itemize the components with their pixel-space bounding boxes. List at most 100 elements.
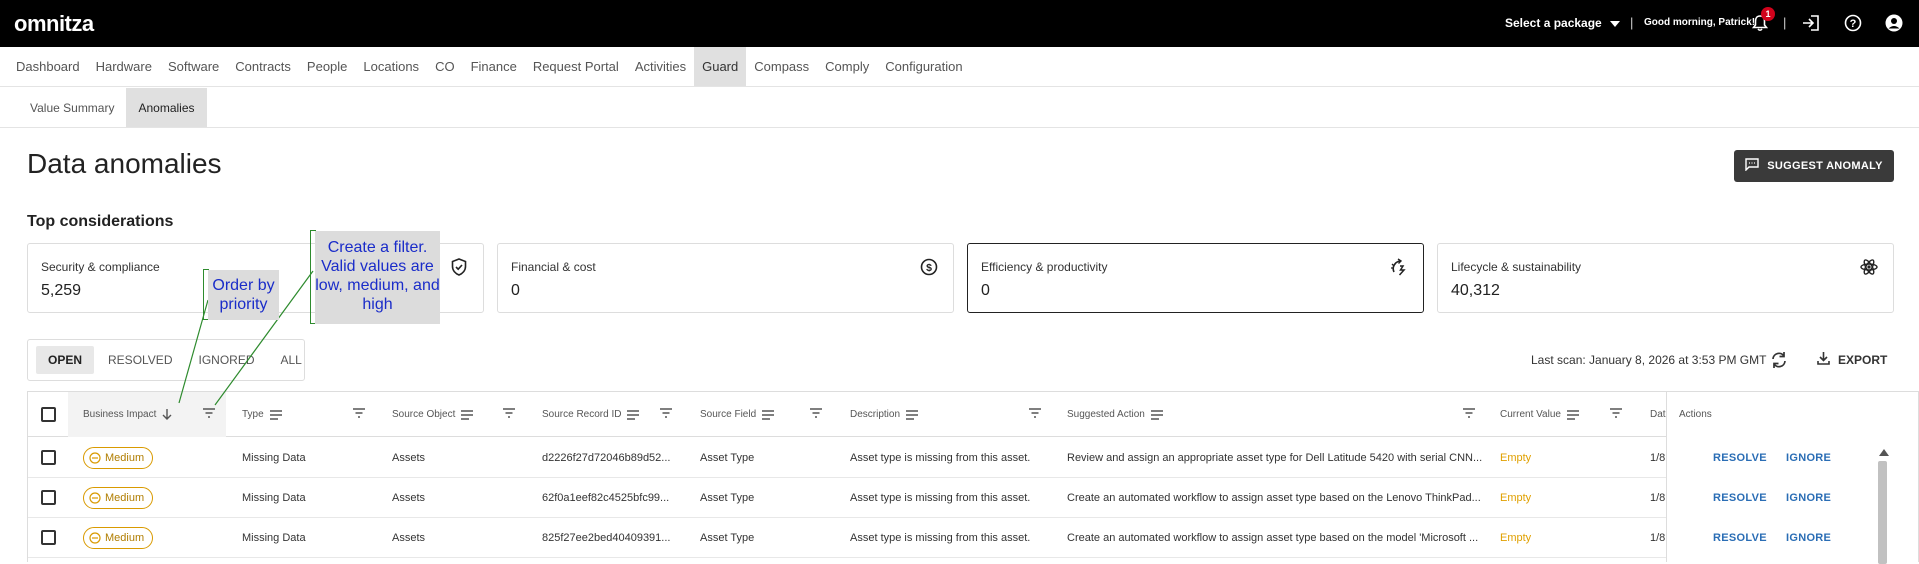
tab-anomalies[interactable]: Anomalies (126, 88, 207, 127)
col-description[interactable]: Description (850, 392, 919, 437)
tab-open[interactable]: OPEN (36, 346, 95, 374)
logout-icon[interactable] (1801, 13, 1821, 33)
svg-text:?: ? (1850, 18, 1857, 30)
card-efficiency-productivity[interactable]: Efficiency & productivity 0 (967, 243, 1424, 313)
cell-source-object: Assets (392, 452, 426, 464)
nav-locations[interactable]: Locations (355, 47, 427, 86)
cell-source-field: Asset Type (700, 532, 755, 544)
minus-circle-icon (89, 492, 101, 504)
app-logo[interactable]: omnitza (14, 11, 94, 37)
menu-icon[interactable] (1566, 409, 1579, 420)
table-row[interactable]: Medium Missing Data Assets d2226f27d7204… (28, 438, 1918, 478)
col-business-impact[interactable]: Business Impact (83, 392, 172, 437)
cell-source-object: Assets (392, 492, 426, 504)
export-button[interactable]: EXPORT (1817, 351, 1887, 368)
menu-icon[interactable] (1150, 409, 1163, 420)
arrow-down-icon[interactable] (162, 409, 172, 420)
nav-compass[interactable]: Compass (746, 47, 817, 86)
row-checkbox[interactable] (41, 530, 56, 545)
cell-description: Asset type is missing from this asset. (850, 452, 1031, 464)
nav-finance[interactable]: Finance (463, 47, 525, 86)
help-icon[interactable]: ? (1843, 13, 1863, 33)
card-lifecycle-sustainability[interactable]: Lifecycle & sustainability 40,312 (1437, 243, 1894, 313)
page-title: Data anomalies (27, 148, 222, 179)
package-selector-label: Select a package (1505, 16, 1602, 30)
nav-contracts[interactable]: Contracts (227, 47, 299, 86)
nav-co[interactable]: CO (427, 47, 463, 86)
menu-icon[interactable] (627, 409, 640, 420)
card-financial-cost[interactable]: Financial & cost 0 $ (497, 243, 954, 313)
menu-icon[interactable] (906, 409, 919, 420)
nav-request-portal[interactable]: Request Portal (525, 47, 627, 86)
select-all-checkbox[interactable] (41, 407, 56, 422)
col-current-value[interactable]: Current Value (1500, 392, 1579, 437)
ignore-button[interactable]: IGNORE (1786, 438, 1831, 478)
nav-comply[interactable]: Comply (817, 47, 877, 86)
tab-all[interactable]: ALL (269, 346, 314, 374)
nav-configuration[interactable]: Configuration (877, 47, 970, 86)
ignore-button[interactable]: IGNORE (1786, 518, 1831, 558)
filter-icon[interactable] (809, 406, 825, 422)
account-icon[interactable] (1884, 13, 1904, 33)
tab-value-summary[interactable]: Value Summary (18, 88, 126, 127)
filter-icon[interactable] (1028, 406, 1044, 422)
resolve-button[interactable]: RESOLVE (1713, 518, 1767, 558)
nav-software[interactable]: Software (160, 47, 227, 86)
menu-icon[interactable] (762, 409, 775, 420)
impact-label: Medium (105, 532, 145, 544)
nav-guard[interactable]: Guard (694, 47, 747, 86)
resolve-button[interactable]: RESOLVE (1713, 438, 1767, 478)
cell-type: Missing Data (242, 532, 306, 544)
cell-record-id[interactable]: 825f27ee2bed40409391... (542, 518, 670, 558)
menu-icon[interactable] (269, 409, 282, 420)
col-actions: Actions (1679, 409, 1712, 420)
table-row[interactable]: Medium Missing Data Assets 825f27ee2bed4… (28, 518, 1918, 558)
shield-check-icon (449, 257, 469, 277)
cell-record-id[interactable]: 62f0a1eef82c4525bfc99... (542, 478, 669, 518)
col-type[interactable]: Type (242, 392, 282, 437)
suggest-anomaly-button[interactable]: SUGGEST ANOMALY (1734, 150, 1894, 182)
menu-icon[interactable] (461, 409, 474, 420)
col-source-field[interactable]: Source Field (700, 392, 775, 437)
status-badge: Medium (83, 447, 154, 469)
cell-record-id[interactable]: d2226f27d72046b89d52... (542, 438, 670, 478)
refresh-icon[interactable] (1769, 350, 1789, 370)
top-bar: omnitza Select a package | Good morning,… (0, 0, 1919, 47)
export-label: EXPORT (1838, 352, 1888, 367)
dollar-circle-icon: $ (919, 257, 939, 277)
nav-dashboard[interactable]: Dashboard (8, 47, 88, 86)
package-selector[interactable]: Select a package (1505, 16, 1620, 30)
filter-icon[interactable] (202, 406, 218, 422)
anomalies-table: Business Impact Type Source Object Sourc… (27, 391, 1919, 562)
scrollbar-thumb[interactable] (1878, 461, 1887, 564)
cell-source-field: Asset Type (700, 452, 755, 464)
filter-icon[interactable] (352, 406, 368, 422)
nav-activities[interactable]: Activities (627, 47, 694, 86)
filter-icon[interactable] (1462, 406, 1478, 422)
row-checkbox[interactable] (41, 490, 56, 505)
ignore-button[interactable]: IGNORE (1786, 478, 1831, 518)
row-checkbox[interactable] (41, 450, 56, 465)
filter-icon[interactable] (659, 406, 675, 422)
nav-hardware[interactable]: Hardware (88, 47, 160, 86)
col-label: Suggested Action (1067, 409, 1145, 420)
scroll-up-icon[interactable] (1879, 443, 1889, 461)
nav-people[interactable]: People (299, 47, 355, 86)
cell-source-field: Asset Type (700, 492, 755, 504)
cell-current-value: Empty (1500, 492, 1532, 504)
tab-resolved[interactable]: RESOLVED (96, 346, 184, 374)
card-label: Efficiency & productivity (981, 260, 1108, 274)
col-date[interactable]: Dat (1650, 392, 1666, 437)
main-nav: Dashboard Hardware Software Contracts Pe… (0, 47, 1919, 87)
col-source-object[interactable]: Source Object (392, 392, 474, 437)
col-suggested-action[interactable]: Suggested Action (1067, 392, 1163, 437)
section-title: Top considerations (27, 213, 174, 230)
table-row[interactable]: Medium Missing Data Assets 62f0a1eef82c4… (28, 478, 1918, 518)
filter-icon[interactable] (502, 406, 518, 422)
resolve-button[interactable]: RESOLVE (1713, 478, 1767, 518)
sub-nav: Value Summary Anomalies (0, 88, 1919, 128)
col-label: Source Object (392, 409, 456, 420)
filter-icon[interactable] (1609, 406, 1625, 422)
col-source-record-id[interactable]: Source Record ID (542, 392, 640, 437)
tab-ignored[interactable]: IGNORED (186, 346, 266, 374)
